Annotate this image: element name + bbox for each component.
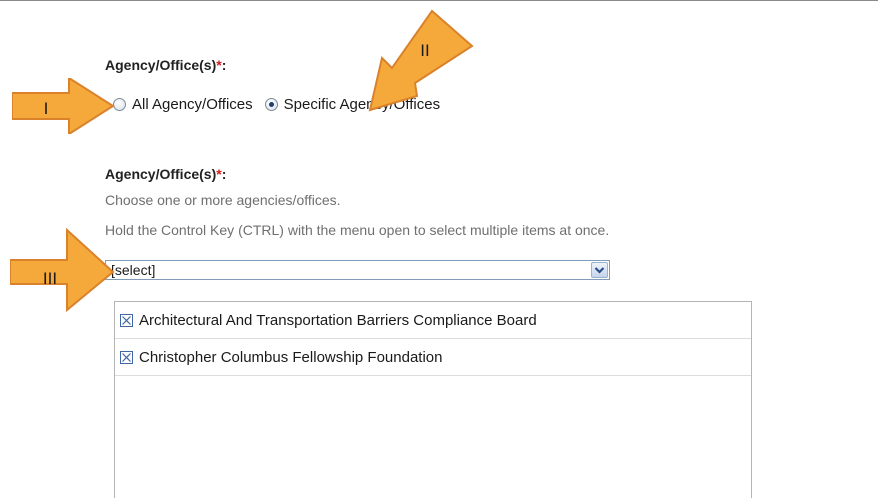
- dropdown-value: [select]: [111, 262, 156, 278]
- agency-office-select-label: Agency/Office(s)*:: [105, 166, 226, 182]
- help-text-choose: Choose one or more agencies/offices.: [105, 192, 341, 208]
- agency-office-label: Agency/Office(s)*:: [105, 57, 226, 73]
- agency-office-select-label-text: Agency/Office(s): [105, 166, 217, 182]
- callout-arrow-i: I: [12, 78, 115, 134]
- callout-label-iii: III: [43, 269, 57, 288]
- radio-specific-agency-offices[interactable]: [264, 97, 278, 111]
- label-colon: :: [221, 57, 227, 73]
- callout-arrow-iii: III: [10, 228, 115, 312]
- list-item-label: Christopher Columbus Fellowship Foundati…: [139, 348, 443, 366]
- selected-agencies-list: Architectural And Transportation Barrier…: [114, 301, 752, 498]
- list-item: Christopher Columbus Fellowship Foundati…: [115, 339, 751, 376]
- label-colon: :: [221, 166, 227, 182]
- remove-x-icon[interactable]: [120, 350, 133, 364]
- agency-office-label-text: Agency/Office(s): [105, 57, 217, 73]
- callout-label-ii: II: [420, 41, 429, 60]
- radio-all-agency-offices-label[interactable]: All Agency/Offices: [132, 96, 253, 113]
- callout-label-i: I: [44, 99, 49, 118]
- list-item: Architectural And Transportation Barrier…: [115, 302, 751, 339]
- list-item-label: Architectural And Transportation Barrier…: [139, 311, 537, 329]
- top-divider: [0, 0, 878, 1]
- remove-x-icon[interactable]: [120, 313, 133, 327]
- dropdown-toggle-button[interactable]: [591, 262, 608, 278]
- help-text-ctrl: Hold the Control Key (CTRL) with the men…: [105, 222, 610, 238]
- callout-arrow-ii: II: [368, 9, 474, 112]
- agency-office-dropdown[interactable]: [select]: [105, 260, 610, 280]
- chevron-down-icon: [594, 266, 605, 274]
